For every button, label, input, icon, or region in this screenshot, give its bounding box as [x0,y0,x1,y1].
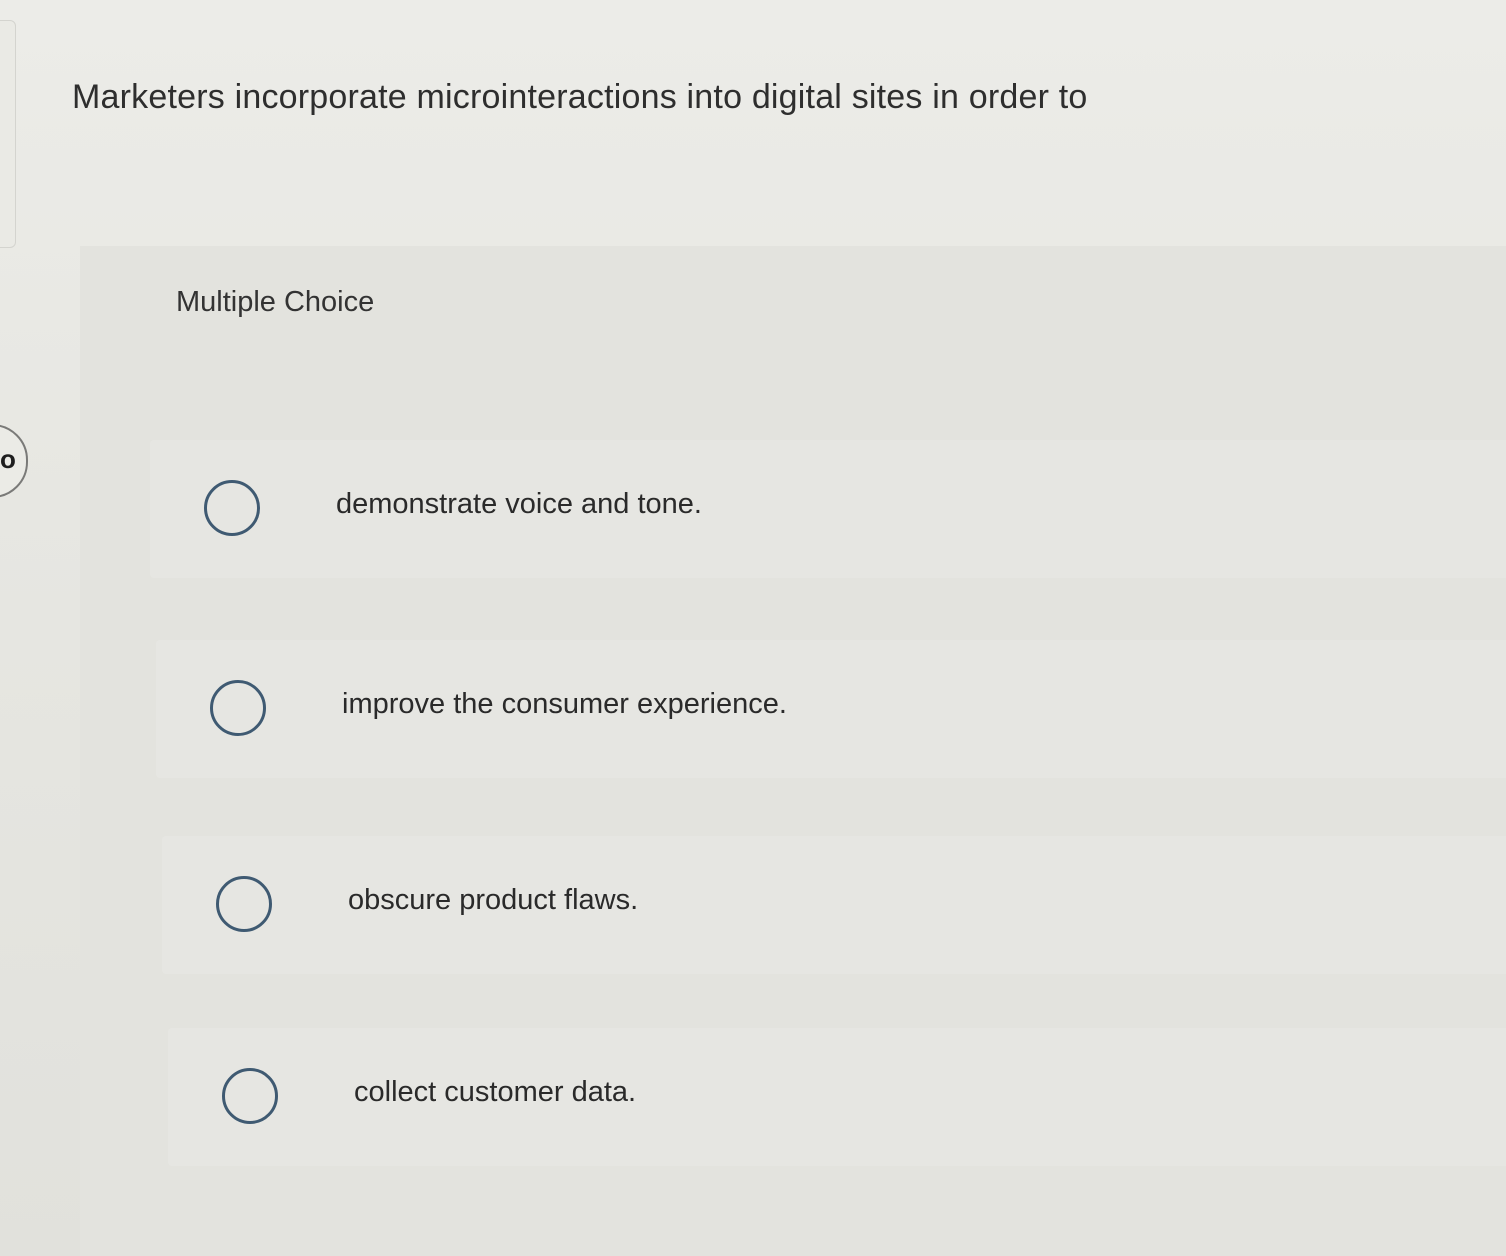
answer-option-2[interactable]: improve the consumer experience. [156,640,1506,778]
radio-button-icon[interactable] [204,480,260,536]
answer-option-4[interactable]: collect customer data. [168,1028,1506,1166]
answer-option-label: demonstrate voice and tone. [336,488,702,520]
answer-option-label: collect customer data. [354,1076,637,1108]
radio-button-icon[interactable] [210,680,266,736]
side-nav-tab[interactable]: o [0,424,28,498]
answer-option-1[interactable]: demonstrate voice and tone. [150,440,1506,578]
radio-button-icon[interactable] [216,876,272,932]
question-type-label: Multiple Choice [176,286,375,318]
quiz-page: o Marketers incorporate microinteraction… [0,0,1506,1256]
question-prompt: Marketers incorporate microinteractions … [72,78,1088,116]
answer-option-label: obscure product flaws. [348,884,639,916]
answer-option-label: improve the consumer experience. [342,688,787,720]
answer-option-3[interactable]: obscure product flaws. [162,836,1506,974]
left-side-panel [0,20,16,248]
radio-button-icon[interactable] [222,1068,278,1124]
side-nav-tab-glyph: o [0,444,16,474]
answer-area: Multiple Choice demonstrate voice and to… [80,246,1506,1256]
